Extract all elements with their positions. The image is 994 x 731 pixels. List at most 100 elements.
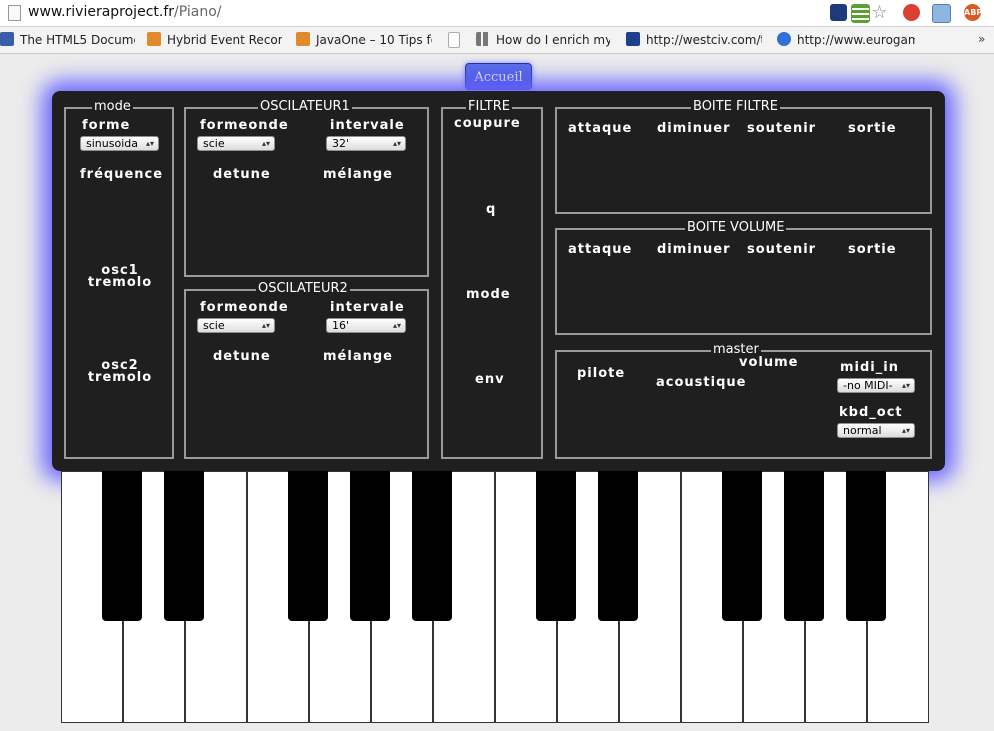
mode-legend: mode (92, 99, 133, 114)
grid-icon (476, 32, 490, 46)
midi-in-label: midi_in (840, 360, 899, 375)
bookmark-blank[interactable] (448, 32, 466, 48)
bookmark-eurogam[interactable]: http://www.eurogam (777, 32, 915, 48)
select-arrows-icon: ▴▾ (261, 321, 270, 330)
pilote-label[interactable]: pilote (577, 367, 625, 380)
bookmark-label: http://westciv.com/t (646, 33, 762, 47)
piano-keyboard (61, 471, 929, 723)
master-fieldset: master pilote volume acoustique midi_in … (555, 343, 932, 459)
puzzle-icon (296, 32, 310, 46)
soutenir-label[interactable]: soutenir (747, 122, 816, 135)
intervale-select-value: 32' (332, 137, 350, 150)
intervale-label: intervale (330, 300, 405, 315)
accueil-button[interactable]: Accueil (465, 63, 532, 90)
attaque-label[interactable]: attaque (568, 243, 632, 256)
select-arrows-icon: ▴▾ (901, 426, 910, 435)
formeonde-select[interactable]: scie ▴▾ (197, 318, 275, 333)
url-field[interactable]: www.rivieraproject.fr/Piano/ (28, 4, 222, 20)
filtre-fieldset: FILTRE coupure q mode env (441, 100, 543, 459)
kbd-oct-select-value: normal (843, 424, 882, 437)
select-arrows-icon: ▴▾ (392, 139, 401, 148)
forme-label: forme (82, 118, 131, 133)
tremolo-text: tremolo (87, 275, 153, 290)
tremolo-text: tremolo (87, 370, 153, 385)
formeonde-select[interactable]: scie ▴▾ (197, 136, 275, 151)
rss-list-icon[interactable] (851, 4, 870, 23)
filtre-mode-label[interactable]: mode (466, 288, 511, 301)
bookmark-star-icon[interactable]: ☆ (871, 4, 888, 22)
intervale-label: intervale (330, 118, 405, 133)
kbd-oct-label: kbd_oct (839, 405, 903, 420)
formeonde-label: formeonde (200, 300, 289, 315)
intervale-select[interactable]: 32' ▴▾ (326, 136, 406, 151)
black-key[interactable] (350, 471, 390, 621)
bookmark-html5[interactable]: The HTML5 Documer (0, 32, 135, 48)
formeonde-label: formeonde (200, 118, 289, 133)
boite-filtre-legend: BOITE FILTRE (691, 99, 780, 114)
diminuer-label[interactable]: diminuer (657, 243, 731, 256)
oscilateur2-fieldset: OSCILATEUR2 formeonde intervale scie ▴▾ 1… (184, 282, 429, 459)
stop-hand-icon[interactable] (903, 4, 920, 21)
page-icon (448, 32, 460, 48)
extension-blue-icon[interactable] (830, 4, 847, 21)
url-host: www.rivieraproject.fr (28, 4, 175, 20)
formeonde-select-value: scie (203, 319, 225, 332)
diminuer-label[interactable]: diminuer (657, 122, 731, 135)
env-label[interactable]: env (475, 373, 505, 386)
soutenir-label[interactable]: soutenir (747, 243, 816, 256)
bookmark-label: How do I enrich my ( (496, 33, 610, 47)
boite-volume-legend: BOITE VOLUME (685, 220, 787, 235)
select-arrows-icon: ▴▾ (901, 381, 910, 390)
bookmarks-overflow-icon[interactable]: » (978, 32, 992, 48)
boite-volume-fieldset: BOITE VOLUME attaque diminuer soutenir s… (555, 221, 932, 335)
forme-select-value: sinusoida (86, 137, 138, 150)
attaque-label[interactable]: attaque (568, 122, 632, 135)
osc2-tremolo-label[interactable]: osc2 tremolo (80, 359, 160, 385)
acoustique-label[interactable]: acoustique (656, 376, 746, 389)
melange-label[interactable]: mélange (323, 350, 393, 363)
select-arrows-icon: ▴▾ (392, 321, 401, 330)
black-key[interactable] (536, 471, 576, 621)
westciv-icon (626, 32, 640, 46)
sortie-label[interactable]: sortie (848, 243, 897, 256)
oscilateur1-fieldset: OSCILATEUR1 formeonde intervale scie ▴▾ 3… (184, 100, 429, 277)
volume-label[interactable]: volume (739, 356, 798, 369)
black-key[interactable] (288, 471, 328, 621)
address-bar[interactable]: www.rivieraproject.fr/Piano/ ☆ ABP (0, 0, 994, 27)
frequence-label[interactable]: fréquence (80, 168, 163, 181)
synth-panel: mode forme sinusoida ▴▾ fréquence osc1 tre… (52, 91, 945, 471)
midi-in-select[interactable]: -no MIDI- ▴▾ (837, 378, 915, 393)
formeonde-select-value: scie (203, 137, 225, 150)
intervale-select-value: 16' (332, 319, 350, 332)
bookmark-westciv[interactable]: http://westciv.com/t (626, 32, 762, 48)
black-key[interactable] (722, 471, 762, 621)
bookmark-enrich[interactable]: How do I enrich my ( (476, 32, 610, 48)
black-key[interactable] (784, 471, 824, 621)
midi-in-select-value: -no MIDI- (843, 379, 893, 392)
q-label[interactable]: q (486, 203, 496, 216)
sortie-label[interactable]: sortie (848, 122, 897, 135)
forme-select[interactable]: sinusoida ▴▾ (80, 136, 159, 151)
adblock-icon[interactable]: ABP (964, 4, 982, 21)
filtre-legend: FILTRE (466, 99, 512, 114)
black-key[interactable] (102, 471, 142, 621)
page-icon (8, 5, 21, 21)
black-key[interactable] (598, 471, 638, 621)
black-key[interactable] (164, 471, 204, 621)
kbd-oct-select[interactable]: normal ▴▾ (837, 423, 915, 438)
bookmark-hybrid-event[interactable]: Hybrid Event Recomr (147, 32, 282, 48)
detune-label[interactable]: detune (213, 168, 271, 181)
bookmark-label: JavaOne – 10 Tips fo (316, 33, 432, 47)
black-key[interactable] (846, 471, 886, 621)
magnifier-icon[interactable] (932, 4, 951, 23)
black-key[interactable] (412, 471, 452, 621)
melange-label[interactable]: mélange (323, 168, 393, 181)
puzzle-icon (147, 32, 161, 46)
osc1-tremolo-label[interactable]: osc1 tremolo (80, 264, 160, 290)
intervale-select[interactable]: 16' ▴▾ (326, 318, 406, 333)
coupure-label[interactable]: coupure (454, 117, 521, 130)
bookmark-label: http://www.eurogam (797, 33, 915, 47)
bookmark-label: The HTML5 Documer (20, 33, 135, 47)
bookmark-javaone[interactable]: JavaOne – 10 Tips fo (296, 32, 432, 48)
detune-label[interactable]: detune (213, 350, 271, 363)
